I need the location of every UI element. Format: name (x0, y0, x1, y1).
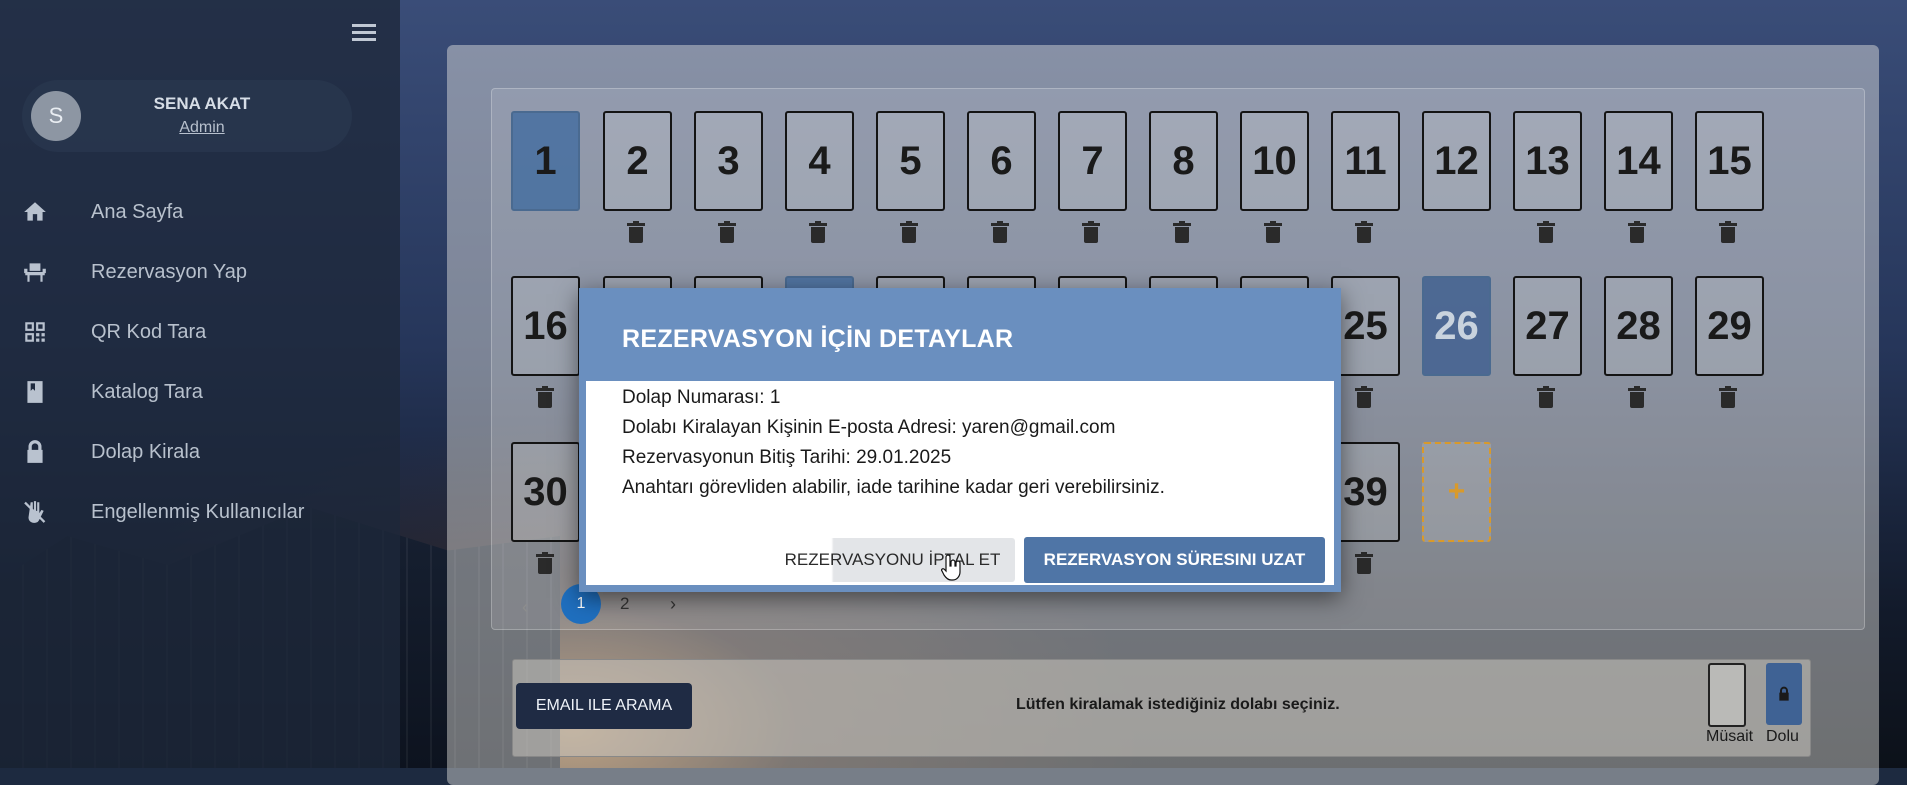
locker-27[interactable]: 27 (1513, 276, 1582, 376)
sidebar-item-label: Katalog Tara (91, 381, 203, 403)
cancel-reservation-button[interactable]: REZERVASYONU İPTAL ET (770, 538, 1015, 582)
renter-email-text: Dolabı Kiralayan Kişinin E-posta Adresi:… (622, 417, 1116, 438)
sidebar-item-engellenmis-kullanicilar[interactable]: Engellenmiş Kullanıcılar (0, 490, 400, 534)
trash-icon[interactable] (1173, 221, 1191, 243)
lock-icon (27, 440, 43, 463)
lock-icon (1779, 686, 1789, 701)
locker-5[interactable]: 5 (876, 111, 945, 211)
reservation-details-modal: REZERVASYON İÇİN DETAYLAR Dolap Numarası… (579, 288, 1341, 592)
locker-25[interactable]: 25 (1331, 276, 1400, 376)
add-locker-button[interactable]: + (1422, 442, 1491, 542)
trash-icon[interactable] (1719, 386, 1737, 408)
sidebar-item-ana-sayfa[interactable]: Ana Sayfa (0, 190, 400, 234)
locker-28[interactable]: 28 (1604, 276, 1673, 376)
sidebar-item-label: QR Kod Tara (91, 321, 207, 343)
trash-icon[interactable] (1537, 221, 1555, 243)
locker-29[interactable]: 29 (1695, 276, 1764, 376)
user-role-link[interactable]: Admin (122, 119, 282, 137)
menu-icon[interactable] (352, 24, 376, 42)
locker-number-text: Dolap Numarası: 1 (622, 387, 781, 408)
trash-icon[interactable] (1355, 221, 1373, 243)
avatar: S (31, 91, 81, 141)
legend-full-swatch (1766, 663, 1802, 725)
trash-icon[interactable] (991, 221, 1009, 243)
sidebar-item-dolap-kirala[interactable]: Dolap Kirala (0, 430, 400, 474)
email-search-button[interactable]: EMAIL ILE ARAMA (516, 683, 692, 729)
info-text: Anahtarı görevliden alabilir, iade tarih… (622, 477, 1165, 498)
pagination-prev-button[interactable]: ‹ (522, 597, 528, 635)
book-icon (27, 381, 43, 403)
trash-icon[interactable] (1264, 221, 1282, 243)
legend-full-label: Dolu (1766, 728, 1799, 745)
locker-39[interactable]: 39 (1331, 442, 1400, 542)
sidebar-item-label: Ana Sayfa (91, 201, 184, 223)
modal-title: REZERVASYON İÇİN DETAYLAR (622, 325, 1014, 353)
trash-icon[interactable] (1719, 221, 1737, 243)
sidebar-item-label: Dolap Kirala (91, 441, 200, 463)
trash-icon[interactable] (1355, 386, 1373, 408)
sidebar-item-label: Rezervasyon Yap (91, 261, 248, 283)
locker-2[interactable]: 2 (603, 111, 672, 211)
locker-13[interactable]: 13 (1513, 111, 1582, 211)
modal-header: REZERVASYON İÇİN DETAYLAR (586, 295, 1334, 381)
locker-3[interactable]: 3 (694, 111, 763, 211)
locker-15[interactable]: 15 (1695, 111, 1764, 211)
sidebar-item-katalog-tara[interactable]: Katalog Tara (0, 370, 400, 414)
locker-8[interactable]: 8 (1149, 111, 1218, 211)
legend-free-swatch (1708, 663, 1746, 727)
locker-1[interactable]: 1 (511, 111, 580, 211)
home-icon (24, 202, 46, 221)
locker-26[interactable]: 26 (1422, 276, 1491, 376)
locker-10[interactable]: 10 (1240, 111, 1309, 211)
trash-icon[interactable] (1628, 386, 1646, 408)
locker-12[interactable]: 12 (1422, 111, 1491, 211)
blocked-hand-icon (24, 501, 46, 523)
locker-7[interactable]: 7 (1058, 111, 1127, 211)
trash-icon[interactable] (627, 221, 645, 243)
trash-icon[interactable] (1355, 552, 1373, 574)
trash-icon[interactable] (1628, 221, 1646, 243)
trash-icon[interactable] (718, 221, 736, 243)
locker-16[interactable]: 16 (511, 276, 580, 376)
sidebar-item-rezervasyon-yap[interactable]: Rezervasyon Yap (0, 250, 400, 294)
trash-icon[interactable] (536, 552, 554, 574)
locker-11[interactable]: 11 (1331, 111, 1400, 211)
qr-code-icon (25, 322, 45, 342)
legend-free-label: Müsait (1706, 728, 1754, 745)
sidebar-item-qr-kod-tara[interactable]: QR Kod Tara (0, 310, 400, 354)
user-profile: S SENA AKAT Admin (22, 80, 352, 152)
seat-icon (24, 263, 46, 282)
trash-icon[interactable] (900, 221, 918, 243)
trash-icon[interactable] (1082, 221, 1100, 243)
trash-icon[interactable] (536, 386, 554, 408)
locker-4[interactable]: 4 (785, 111, 854, 211)
user-name: SENA AKAT (153, 94, 251, 113)
locker-14[interactable]: 14 (1604, 111, 1673, 211)
trash-icon[interactable] (809, 221, 827, 243)
sidebar-item-label: Engellenmiş Kullanıcılar (91, 501, 305, 523)
hand-cursor-icon (941, 554, 961, 581)
extend-reservation-button[interactable]: REZERVASYON SÜRESINI UZAT (1024, 537, 1325, 583)
locker-6[interactable]: 6 (967, 111, 1036, 211)
locker-30[interactable]: 30 (511, 442, 580, 542)
end-date-text: Rezervasyonun Bitiş Tarihi: 29.01.2025 (622, 447, 952, 468)
instruction-text: Lütfen kiralamak istediğiniz dolabı seçi… (1016, 696, 1340, 713)
sidebar: S SENA AKAT Admin Ana Sayfa Rezervasyon … (0, 0, 400, 768)
trash-icon[interactable] (1537, 386, 1555, 408)
